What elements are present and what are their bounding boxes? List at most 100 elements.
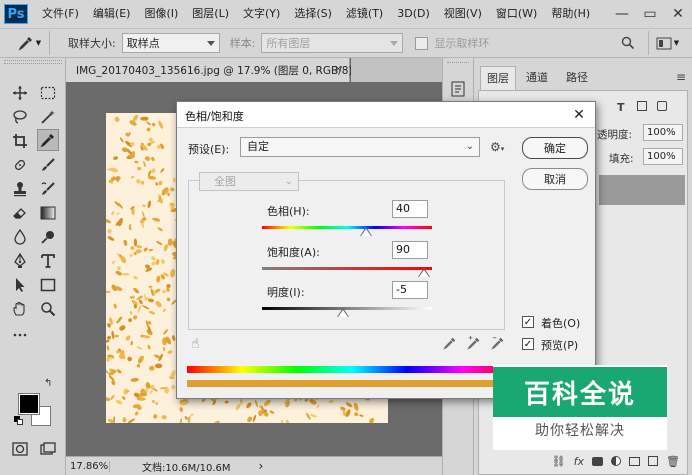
menu-layer[interactable]: 图层(L) bbox=[186, 0, 237, 28]
crop-tool[interactable] bbox=[9, 130, 31, 152]
gradient-tool[interactable] bbox=[37, 202, 59, 224]
type-tool[interactable] bbox=[37, 250, 59, 272]
strip-grip[interactable] bbox=[447, 62, 469, 65]
edit-toolbar-button[interactable] bbox=[9, 324, 31, 346]
saturation-slider-track[interactable] bbox=[262, 267, 432, 270]
pen-tool[interactable] bbox=[9, 250, 31, 272]
eyedropper-tool[interactable] bbox=[37, 129, 59, 151]
quick-selection-tool[interactable] bbox=[37, 106, 59, 128]
eyedropper-plus-icon[interactable] bbox=[467, 336, 481, 354]
saturation-input[interactable]: 90 bbox=[392, 241, 428, 259]
channel-select[interactable]: 全图 ⌄ bbox=[199, 172, 299, 191]
dialog-titlebar[interactable]: 色相/饱和度 ✕ bbox=[177, 102, 595, 128]
lasso-tool[interactable] bbox=[9, 106, 31, 128]
photo-grain bbox=[106, 397, 111, 402]
sample-select[interactable]: 所有图层 bbox=[261, 33, 404, 53]
brush-tool[interactable] bbox=[37, 154, 59, 176]
tab-channels[interactable]: 通道 bbox=[520, 66, 554, 90]
preset-select[interactable]: 自定 ⌄ bbox=[240, 137, 480, 157]
blur-tool[interactable] bbox=[9, 226, 31, 248]
cancel-button[interactable]: 取消 bbox=[522, 168, 588, 190]
status-menu-arrow[interactable]: › bbox=[259, 459, 264, 473]
menu-type[interactable]: 文字(Y) bbox=[237, 0, 288, 28]
photo-grain bbox=[142, 204, 146, 207]
swap-colors-button[interactable]: ↰ bbox=[44, 378, 56, 390]
move-tool[interactable] bbox=[9, 82, 31, 104]
chevron-down-icon: ▼ bbox=[35, 39, 42, 47]
filter-shape-icon[interactable] bbox=[637, 101, 647, 111]
photo-grain bbox=[157, 194, 162, 198]
history-panel-button[interactable] bbox=[447, 78, 469, 100]
group-icon[interactable] bbox=[629, 456, 641, 466]
link-icon[interactable]: ⛓ bbox=[552, 455, 566, 468]
mask-icon[interactable] bbox=[592, 456, 604, 466]
lightness-input[interactable]: -5 bbox=[392, 281, 428, 299]
photo-grain bbox=[157, 227, 163, 232]
restore-button[interactable]: ▭ bbox=[636, 0, 664, 28]
close-document-icon[interactable]: × bbox=[334, 62, 343, 75]
preview-label: 预览(P) bbox=[541, 339, 579, 352]
history-brush-tool[interactable] bbox=[37, 178, 59, 200]
eyedropper-minus-icon[interactable] bbox=[491, 336, 505, 354]
rectangle-tool[interactable] bbox=[37, 274, 59, 296]
close-window-button[interactable]: ✕ bbox=[664, 0, 692, 28]
filter-type-icon[interactable]: T bbox=[617, 101, 625, 114]
quick-mask-button[interactable] bbox=[9, 438, 31, 460]
marquee-tool[interactable] bbox=[37, 82, 59, 104]
menu-filter[interactable]: 滤镜(T) bbox=[340, 0, 391, 28]
photo-grain bbox=[155, 300, 162, 308]
path-selection-tool[interactable] bbox=[9, 274, 31, 296]
menu-file[interactable]: 文件(F) bbox=[36, 0, 87, 28]
photo-grain bbox=[246, 402, 252, 409]
workspace-button[interactable]: ▼ bbox=[648, 31, 686, 55]
minimize-button[interactable]: — bbox=[608, 0, 636, 28]
hue-input[interactable]: 40 bbox=[392, 200, 428, 218]
show-ring-checkbox[interactable] bbox=[415, 36, 429, 50]
watermark-logo: 百科全说 助你轻松解决 bbox=[493, 365, 667, 450]
tab-paths[interactable]: 路径 bbox=[560, 66, 594, 90]
close-icon[interactable]: ✕ bbox=[569, 105, 589, 125]
colorize-checkbox[interactable]: ✓ bbox=[522, 316, 534, 328]
document-tab[interactable]: IMG_20170403_135616.jpg @ 17.9% (图层 0, R… bbox=[66, 58, 361, 82]
menu-edit[interactable]: 编辑(E) bbox=[87, 0, 139, 28]
menu-view[interactable]: 视图(V) bbox=[438, 0, 490, 28]
foreground-color-swatch[interactable] bbox=[18, 393, 40, 415]
sample-size-select[interactable]: 取样点 bbox=[121, 33, 220, 53]
zoom-level[interactable]: 17.86% bbox=[70, 460, 110, 472]
targeted-adjust-icon[interactable]: ☝ bbox=[191, 336, 200, 352]
menu-select[interactable]: 选择(S) bbox=[288, 0, 340, 28]
tool-preset-picker[interactable]: ▼ bbox=[10, 31, 50, 55]
menu-help[interactable]: 帮助(H) bbox=[545, 0, 598, 28]
layer-row[interactable] bbox=[599, 175, 685, 205]
menu-window[interactable]: 窗口(W) bbox=[490, 0, 545, 28]
preset-options-button[interactable]: ⚙▾ bbox=[490, 140, 504, 154]
panel-menu-button[interactable]: ≡ bbox=[676, 70, 686, 84]
menu-image[interactable]: 图像(I) bbox=[138, 0, 186, 28]
new-layer-icon[interactable] bbox=[648, 456, 659, 466]
dodge-tool[interactable] bbox=[37, 226, 59, 248]
opacity-input[interactable]: 100% bbox=[643, 124, 683, 141]
hand-tool[interactable] bbox=[9, 298, 31, 320]
filter-smart-icon[interactable] bbox=[657, 101, 667, 111]
fill-input[interactable]: 100% bbox=[643, 148, 683, 165]
menu-3d[interactable]: 3D(D) bbox=[391, 0, 438, 28]
more-icon bbox=[13, 333, 27, 337]
healing-brush-tool[interactable] bbox=[9, 154, 31, 176]
default-colors-button[interactable] bbox=[14, 416, 24, 426]
ok-button[interactable]: 确定 bbox=[522, 137, 588, 159]
toolbar-grip[interactable] bbox=[4, 60, 62, 64]
eraser-tool[interactable] bbox=[9, 202, 31, 224]
trash-icon[interactable]: 🗑 bbox=[666, 455, 680, 468]
search-button[interactable] bbox=[616, 31, 640, 55]
tab-layers[interactable]: 图层 bbox=[480, 66, 516, 90]
hue-slider-track[interactable] bbox=[262, 226, 432, 229]
fx-icon[interactable]: fx bbox=[574, 455, 584, 468]
history-brush-icon bbox=[41, 182, 55, 195]
preview-checkbox[interactable]: ✓ bbox=[522, 338, 534, 350]
zoom-tool[interactable] bbox=[37, 298, 59, 320]
clone-stamp-tool[interactable] bbox=[9, 178, 31, 200]
screen-mode-button[interactable] bbox=[37, 438, 59, 460]
eyedropper-icon[interactable] bbox=[443, 336, 457, 354]
gradient-icon bbox=[40, 206, 56, 220]
adjustment-icon[interactable] bbox=[611, 456, 622, 466]
